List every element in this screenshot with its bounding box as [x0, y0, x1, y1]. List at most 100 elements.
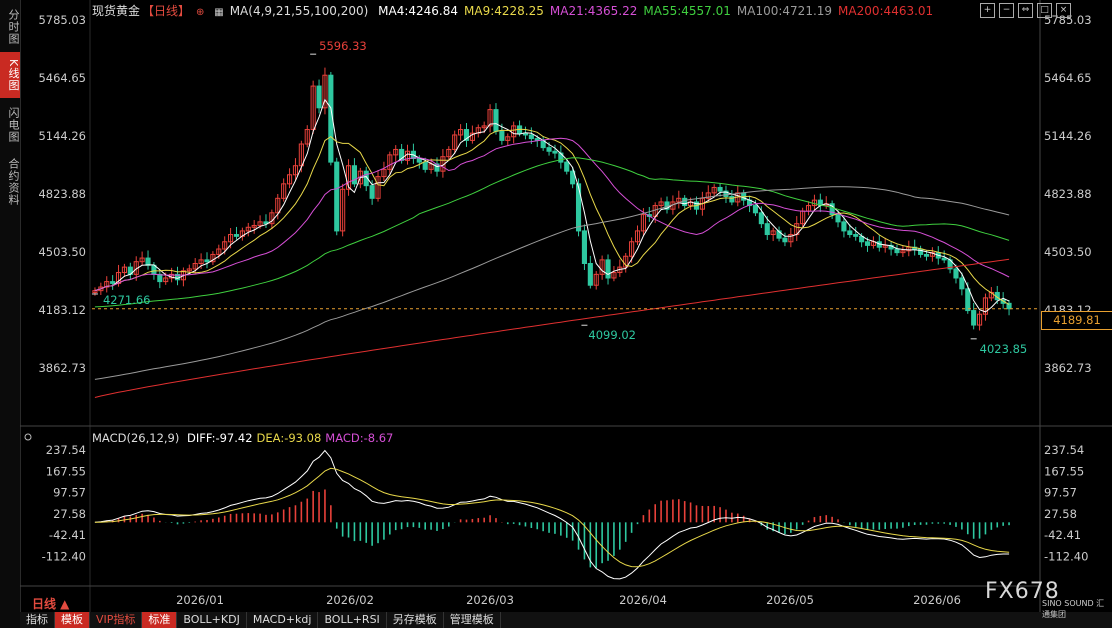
toolbar-button-6[interactable]: BOLL+RSI	[318, 612, 387, 628]
ma-legend-item-5: MA200:4463.01	[838, 4, 934, 18]
ma-legend-item-0: MA4:4246.84	[378, 4, 459, 18]
candle-body	[605, 259, 611, 279]
candle-body	[965, 288, 971, 312]
candle-body	[894, 248, 900, 254]
candle-body	[499, 130, 505, 141]
window-control-icon-3[interactable]: □	[1037, 3, 1052, 18]
toolbar-button-8[interactable]: 管理模板	[444, 612, 501, 628]
price-tick-right-6: 3862.73	[1044, 361, 1092, 375]
ma-legend-item-1: MA9:4228.25	[464, 4, 544, 18]
macd-diff-line	[94, 449, 1010, 580]
candle-body	[369, 185, 375, 199]
macd-legend-item-2: MACD:-8.67	[325, 431, 394, 445]
candle-body	[564, 161, 570, 172]
candle-body	[204, 259, 210, 263]
window-control-icon-2[interactable]: ⇔	[1018, 3, 1033, 18]
macd-tick-left-3: 27.58	[53, 507, 86, 521]
macd-tick-right-3: 27.58	[1044, 507, 1077, 521]
ma-line-55	[94, 157, 1010, 308]
candle-body	[682, 197, 688, 207]
annotation-3: 4023.85	[980, 342, 1028, 356]
candle-body	[847, 230, 853, 236]
window-control-icon-0[interactable]: +	[980, 3, 995, 18]
annotation-2: 4099.02	[588, 328, 636, 342]
candle-body	[334, 161, 340, 232]
candle-body	[528, 134, 534, 140]
candle-body	[157, 273, 163, 283]
candle-body	[717, 186, 723, 192]
brand-watermark-sub: SINO SOUND 汇通集团	[1042, 599, 1105, 619]
toolbar-button-4[interactable]: BOLL+KDJ	[177, 612, 247, 628]
macd-tick-right-0: 237.54	[1044, 443, 1084, 457]
ma-params-icon[interactable]: ▦	[214, 7, 223, 18]
candle-body	[110, 281, 116, 284]
candle-body	[764, 223, 770, 236]
candle-body	[581, 230, 587, 264]
x-tick-1: 2026/02	[326, 593, 374, 607]
period-tag[interactable]: 【日线】	[142, 4, 190, 18]
ma-legend-item-4: MA100:4721.19	[736, 4, 833, 18]
price-tick-left-0: 5785.03	[38, 13, 86, 27]
candle-body	[493, 109, 499, 132]
ma-line-21	[94, 137, 1010, 292]
price-tick-left-5: 4183.12	[38, 303, 86, 317]
macd-tick-left-5: -112.40	[42, 550, 86, 564]
current-price-box: 4189.81	[1041, 311, 1112, 330]
macd-tick-right-5: -112.40	[1044, 550, 1088, 564]
candlestick-chart[interactable]: 5785.03 5785.035464.65 5464.655144.26 5144.…	[0, 0, 1112, 612]
ma-legend-item-2: MA21:4365.22	[549, 4, 638, 18]
candle-body	[953, 268, 959, 279]
candle-body	[835, 214, 841, 223]
candle-body	[552, 150, 558, 154]
toolbar-button-5[interactable]: MACD+kdj	[247, 612, 319, 628]
ma-line-200	[94, 258, 1010, 398]
toolbar-button-2[interactable]: VIP指标	[90, 612, 143, 628]
toolbar-button-7[interactable]: 另存模板	[387, 612, 444, 628]
window-control-icon-4[interactable]: ×	[1056, 3, 1071, 18]
macd-tick-right-4: -42.41	[1044, 528, 1081, 542]
candle-body	[864, 241, 871, 246]
annotation-0: 5596.33	[319, 39, 367, 53]
ma-legend: 现货黄金 【日线】 ⊕ ▦ MA(4,9,21,55,100,200) MA4:424…	[92, 2, 945, 19]
price-tick-left-3: 4823.88	[38, 187, 86, 201]
ma-line-100	[94, 186, 1010, 380]
macd-legend-item-1: DEA:-93.08	[256, 431, 322, 445]
price-tick-right-3: 4823.88	[1044, 187, 1092, 201]
period-label[interactable]: 日线 ▲	[32, 595, 69, 612]
price-tick-right-1: 5464.65	[1044, 71, 1092, 85]
window-control-icon-1[interactable]: −	[999, 3, 1014, 18]
macd-title: MACD(26,12,9)	[92, 431, 180, 445]
macd-tick-left-2: 97.57	[53, 486, 86, 500]
price-tick-right-4: 4503.50	[1044, 245, 1092, 259]
x-tick-3: 2026/04	[619, 593, 667, 607]
x-tick-4: 2026/05	[766, 593, 814, 607]
macd-tick-left-1: 167.55	[46, 464, 86, 478]
ma-legend-item-3: MA55:4557.01	[643, 4, 731, 18]
ma-params: MA(4,9,21,55,100,200)	[229, 4, 369, 18]
price-tick-left-4: 4503.50	[38, 245, 86, 259]
candle-body	[782, 237, 788, 243]
candle-body	[959, 277, 965, 290]
candle-body	[971, 310, 977, 326]
price-tick-left-2: 5144.26	[38, 129, 86, 143]
toolbar-button-0[interactable]: 指标	[20, 612, 55, 628]
candle-body	[546, 147, 552, 152]
candle-body	[351, 165, 358, 185]
x-tick-2: 2026/03	[466, 593, 514, 607]
macd-legend: MACD(26,12,9) DIFF:-97.42 DEA:-93.08 MACD:…	[92, 431, 401, 445]
macd-tick-left-4: -42.41	[49, 528, 86, 542]
candle-body	[587, 262, 593, 286]
toolbar-button-1[interactable]: 模板	[55, 612, 90, 628]
settings-icon[interactable]: ⊕	[196, 7, 204, 18]
ma-line-4	[94, 98, 1010, 313]
candle-body	[923, 253, 930, 257]
candle-body	[422, 161, 428, 170]
candle-body	[841, 221, 847, 232]
toolbar-button-3[interactable]: 标准	[142, 612, 178, 628]
window-controls: + − ⇔ □ ×	[980, 3, 1071, 18]
macd-legend-item-0: DIFF:-97.42	[187, 431, 253, 445]
candle-body	[233, 234, 240, 237]
candle-body	[752, 205, 759, 214]
price-tick-left-1: 5464.65	[38, 71, 86, 85]
candle-body	[145, 257, 151, 266]
